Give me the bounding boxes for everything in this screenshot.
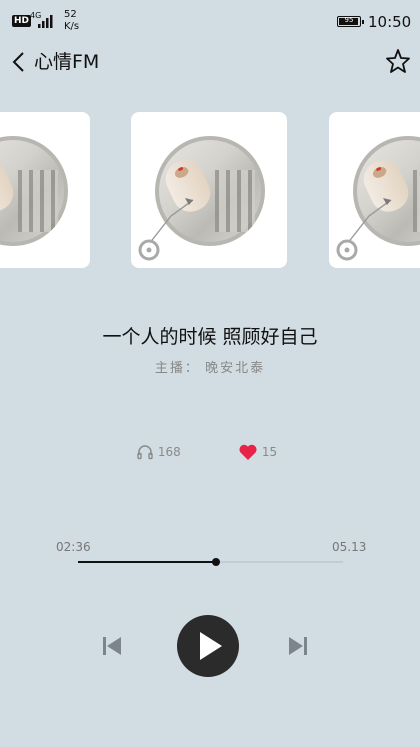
progress-slider[interactable] (78, 558, 343, 566)
skip-next-icon[interactable] (287, 636, 309, 656)
listen-count: 168 (136, 443, 181, 461)
play-icon (200, 632, 222, 660)
network-speed: 52 K/s (64, 9, 79, 33)
total-time: 05.13 (332, 540, 367, 554)
hd-indicator: HD (12, 15, 32, 27)
signal-icon (38, 15, 53, 28)
host-line: 主播： 晚安北泰 (0, 357, 420, 376)
host-label: 主播： (154, 361, 200, 376)
clock: 10:50 (368, 13, 412, 31)
tonearm-icon (336, 198, 392, 261)
header: 心情FM (0, 44, 420, 80)
play-button[interactable] (177, 615, 239, 677)
page-title: 心情FM (34, 51, 100, 73)
progress-fill (78, 561, 216, 563)
album-card-current[interactable] (131, 112, 287, 268)
battery-level: 95 (344, 16, 354, 24)
network-speed-unit: K/s (64, 21, 80, 32)
like-button[interactable]: 15 (238, 443, 277, 461)
chevron-left-icon[interactable] (8, 48, 30, 76)
host-name: 晚安北泰 (205, 361, 266, 376)
listen-count-value: 168 (157, 445, 181, 459)
status-bar: HD 4G 52 K/s 95 10:50 (0, 0, 420, 44)
headphones-icon (137, 445, 153, 460)
current-time: 02:36 (56, 540, 91, 554)
album-cover (0, 136, 68, 246)
heart-icon (239, 444, 257, 460)
progress-knob[interactable] (211, 558, 220, 566)
skip-previous-icon[interactable] (101, 636, 123, 656)
star-outline-icon[interactable] (386, 48, 410, 74)
like-count-value: 15 (261, 445, 278, 459)
album-card-previous[interactable] (0, 112, 90, 268)
network-speed-value: 52 (64, 9, 77, 20)
battery-icon: 95 (337, 16, 364, 27)
album-carousel[interactable] (0, 112, 420, 268)
album-card-next[interactable] (329, 112, 420, 268)
tonearm-icon (138, 198, 194, 261)
track-title: 一个人的时候 照顾好自己 (102, 326, 318, 348)
